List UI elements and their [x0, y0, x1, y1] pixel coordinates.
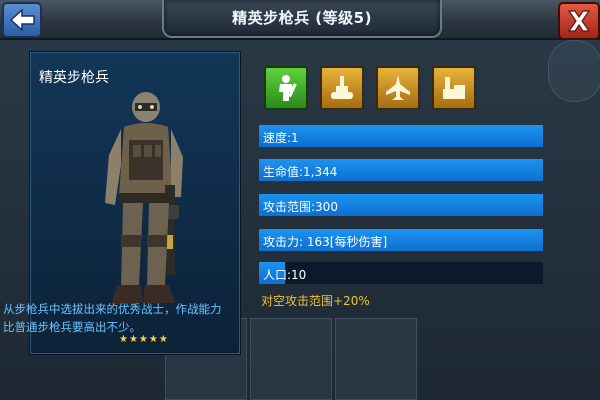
unit-name: 精英步枪兵 [39, 70, 109, 86]
stat-population-label: 人口:10 [263, 268, 307, 282]
aircraft-category-button[interactable] [376, 66, 420, 110]
stat-speed-label: 速度:1 [263, 131, 299, 145]
stat-attack: 攻击力: 163[每秒伤害] [259, 229, 543, 251]
background-tile [548, 40, 600, 102]
stat-range-label: 攻击范围:300 [263, 200, 338, 214]
tank-icon [331, 76, 353, 99]
back-arrow-icon [9, 8, 35, 32]
close-button[interactable] [558, 2, 600, 40]
stat-range: 攻击范围:300 [259, 194, 543, 216]
stat-speed: 速度:1 [259, 125, 543, 147]
stat-attack-label: 攻击力: 163[每秒伤害] [263, 235, 388, 249]
back-button[interactable] [2, 2, 42, 38]
close-x-icon [567, 10, 591, 32]
soldier-portrait [105, 92, 183, 305]
building-icon [443, 77, 465, 99]
title-plate: 精英步枪兵 (等级5) [162, 0, 442, 38]
infantry-icon [279, 75, 297, 101]
stat-health-label: 生命值:1,344 [263, 165, 338, 179]
infantry-category-button[interactable] [264, 66, 308, 110]
stat-population: 人口:10 [259, 262, 543, 284]
stat-health: 生命值:1,344 [259, 159, 543, 181]
unit-description: 从步枪兵中选拔出来的优秀战士，作战能力比普通步枪兵要高出不少。 [3, 302, 222, 334]
bonus-text: 对空攻击范围+20% [261, 294, 370, 308]
tank-category-button[interactable] [320, 66, 364, 110]
header-bar: 精英步枪兵 (等级5) [0, 0, 600, 40]
background-tile [335, 318, 417, 400]
page-title: 精英步枪兵 (等级5) [232, 9, 372, 27]
background-tile [250, 318, 332, 400]
aircraft-icon [386, 75, 410, 100]
building-category-button[interactable] [432, 66, 476, 110]
